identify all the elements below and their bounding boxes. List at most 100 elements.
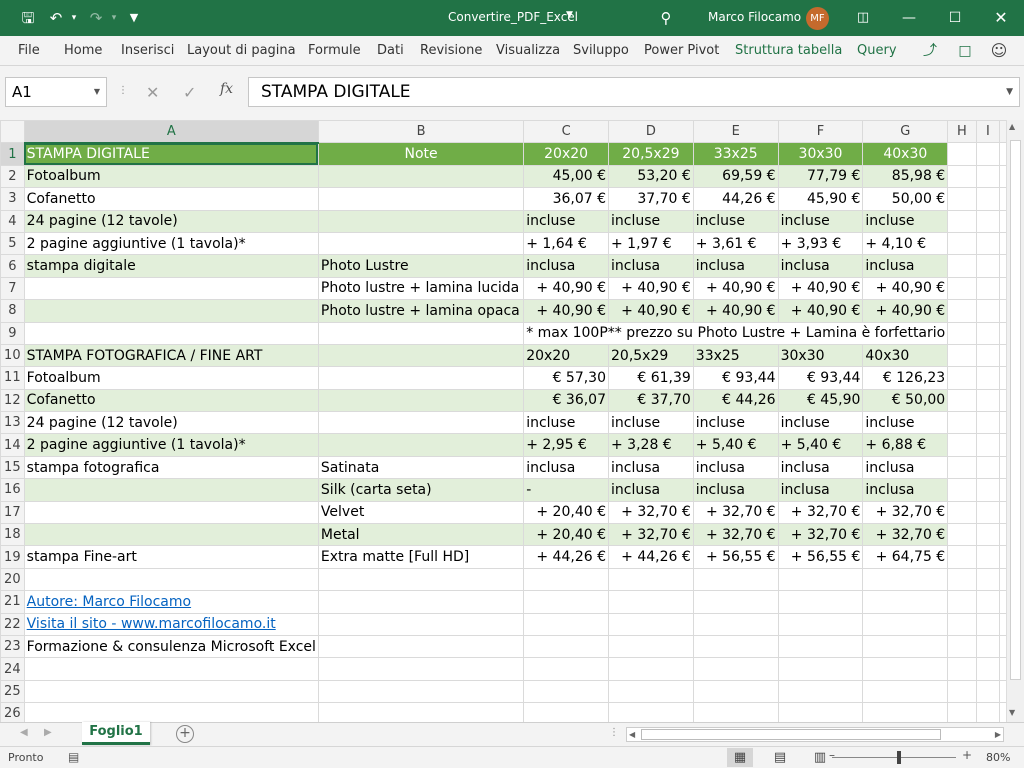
cell[interactable] <box>947 388 977 413</box>
document-title[interactable]: Convertire_PDF_Excel <box>448 10 578 24</box>
prev-sheet-icon[interactable]: ◀ <box>20 727 28 738</box>
tab-layout-di-pagina[interactable]: Layout di pagina <box>187 43 296 58</box>
cell[interactable]: inclusa <box>692 455 779 480</box>
cell[interactable] <box>975 679 1001 704</box>
add-sheet-icon[interactable]: + <box>176 725 194 743</box>
cell[interactable]: € 45,90 <box>777 388 864 413</box>
cell[interactable] <box>23 567 319 592</box>
cell[interactable] <box>975 164 1001 189</box>
cell[interactable] <box>523 657 609 681</box>
cell[interactable] <box>975 545 1001 569</box>
cell[interactable]: inclusa <box>523 455 609 480</box>
cell[interactable]: Cofanetto <box>23 187 319 211</box>
cell[interactable] <box>523 679 609 704</box>
cell[interactable] <box>777 679 864 704</box>
cell[interactable] <box>947 523 977 547</box>
cell[interactable] <box>317 209 525 233</box>
cell[interactable] <box>608 634 694 659</box>
row-header[interactable]: 20 <box>0 567 25 592</box>
cell[interactable]: STAMPA FOTOGRAFICA / FINE ART <box>23 343 319 368</box>
cell[interactable]: Photo lustre + lamina lucida <box>317 276 525 301</box>
cell[interactable]: + 32,70 € <box>777 523 864 547</box>
cell[interactable]: + 6,88 € <box>862 433 949 457</box>
scroll-up-icon[interactable]: ▲ <box>1009 122 1015 131</box>
cell[interactable]: incluse <box>608 209 694 233</box>
cell[interactable]: € 57,30 <box>523 366 609 390</box>
maximize-icon[interactable]: ☐ <box>932 0 978 36</box>
cell[interactable]: + 56,55 € <box>692 545 779 569</box>
cell[interactable]: + 32,70 € <box>862 500 949 525</box>
cell[interactable]: + 40,90 € <box>777 276 864 301</box>
column-header-f[interactable]: F <box>777 120 864 144</box>
cell[interactable] <box>317 411 525 435</box>
cell[interactable] <box>862 702 949 722</box>
cell[interactable] <box>947 612 977 636</box>
cell[interactable]: 40x30 <box>862 142 949 166</box>
close-icon[interactable]: ✕ <box>978 0 1024 36</box>
row-header[interactable]: 9 <box>0 321 25 345</box>
cell[interactable] <box>608 567 694 592</box>
row-header[interactable]: 17 <box>0 500 25 525</box>
cell[interactable] <box>317 343 525 368</box>
cell[interactable] <box>975 567 1001 592</box>
cell[interactable]: + 4,10 € <box>862 231 949 256</box>
zoom-slider[interactable] <box>832 757 956 758</box>
row-header[interactable]: 16 <box>0 478 25 502</box>
scroll-thumb[interactable] <box>641 729 941 740</box>
horizontal-scrollbar[interactable]: ◀ ▶ <box>626 727 1004 742</box>
cell[interactable]: 69,59 € <box>692 164 779 189</box>
cell[interactable]: 44,26 € <box>692 187 779 211</box>
cell[interactable]: + 20,40 € <box>523 523 609 547</box>
cell[interactable] <box>862 657 949 681</box>
cell[interactable] <box>947 478 977 502</box>
cell[interactable]: 45,00 € <box>523 164 609 189</box>
row-header[interactable]: 2 <box>0 164 25 189</box>
cell[interactable]: * max 100P** prezzo su Photo Lustre + La… <box>523 321 949 345</box>
row-header[interactable]: 21 <box>0 590 25 614</box>
cell[interactable]: Photo Lustre <box>317 254 525 278</box>
worksheet-grid[interactable]: ABCDEFGHIJ 1STAMPA DIGITALENote20x2020,5… <box>0 120 1024 722</box>
cell[interactable] <box>975 500 1001 525</box>
row-header[interactable]: 5 <box>0 231 25 256</box>
cell[interactable] <box>777 657 864 681</box>
cell[interactable]: Photo lustre + lamina opaca <box>317 299 525 323</box>
cell[interactable]: € 126,23 <box>862 366 949 390</box>
cell[interactable] <box>608 679 694 704</box>
cell[interactable] <box>317 164 525 189</box>
row-header[interactable]: 13 <box>0 411 25 435</box>
cell[interactable] <box>975 478 1001 502</box>
cell[interactable]: + 5,40 € <box>777 433 864 457</box>
enter-icon[interactable]: ✓ <box>183 83 196 102</box>
cell[interactable] <box>862 679 949 704</box>
cell[interactable] <box>317 321 525 345</box>
tab-struttura-tabella[interactable]: Struttura tabella <box>735 43 842 58</box>
cell[interactable] <box>777 567 864 592</box>
cell[interactable] <box>692 702 779 722</box>
cell[interactable] <box>947 187 977 211</box>
cell[interactable] <box>608 657 694 681</box>
cell[interactable]: incluse <box>523 411 609 435</box>
tab-sviluppo[interactable]: Sviluppo <box>573 43 629 58</box>
user-name[interactable]: Marco Filocamo <box>708 10 801 24</box>
cell[interactable] <box>947 433 977 457</box>
zoom-level[interactable]: 80% <box>986 751 1010 764</box>
cell[interactable]: Satinata <box>317 455 525 480</box>
cell[interactable] <box>23 679 319 704</box>
cell[interactable]: + 32,70 € <box>692 500 779 525</box>
row-header[interactable]: 25 <box>0 679 25 704</box>
cell[interactable] <box>777 634 864 659</box>
cell[interactable]: 45,90 € <box>777 187 864 211</box>
cell[interactable] <box>23 500 319 525</box>
cell[interactable]: + 64,75 € <box>862 545 949 569</box>
tab-formule[interactable]: Formule <box>308 43 361 58</box>
customize-toolbar-icon[interactable]: ▼ <box>124 8 144 28</box>
row-header[interactable]: 15 <box>0 455 25 480</box>
row-header[interactable]: 3 <box>0 187 25 211</box>
cell[interactable]: + 40,90 € <box>608 276 694 301</box>
cell[interactable]: + 3,93 € <box>777 231 864 256</box>
drag-handle-icon[interactable]: ⋮ <box>118 85 128 96</box>
cell[interactable] <box>975 388 1001 413</box>
drag-handle-icon[interactable]: ⋮ <box>609 727 619 738</box>
cell[interactable]: inclusa <box>608 254 694 278</box>
cell[interactable]: inclusa <box>862 455 949 480</box>
